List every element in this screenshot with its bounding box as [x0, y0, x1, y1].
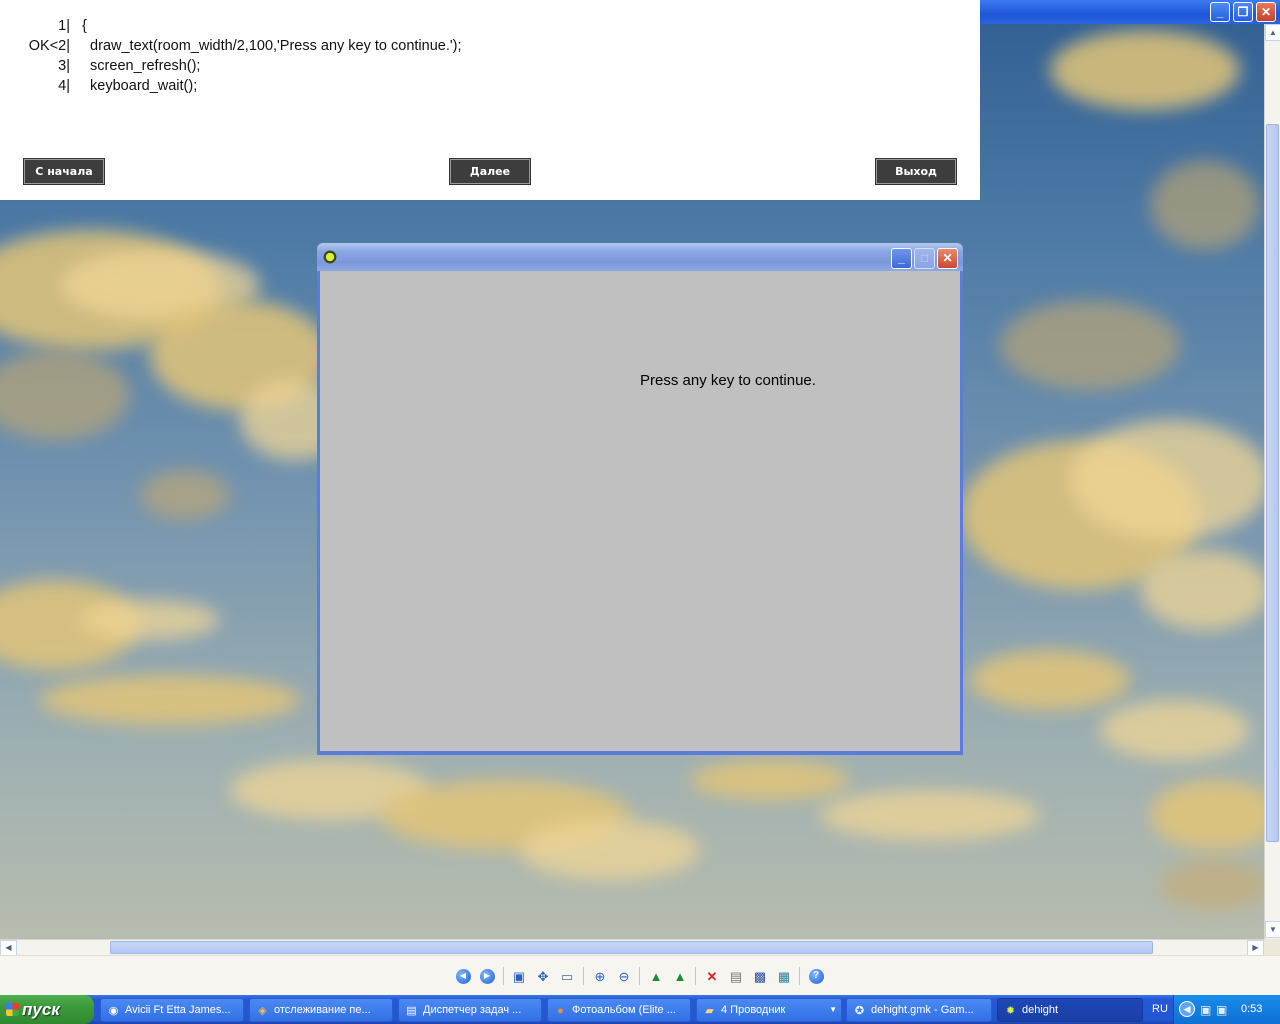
viewer-maximize-button[interactable]: ❐ [1233, 2, 1253, 22]
game-canvas[interactable]: Press any key to continue. [320, 271, 960, 751]
folder-icon: ▰ [705, 1004, 714, 1017]
game-maker-gear-icon[interactable] [322, 249, 338, 265]
scroll-up-icon[interactable]: ▲ [1265, 24, 1280, 41]
game-maximize-button: □ [914, 248, 935, 269]
viewer-minimize-button[interactable]: _ [1210, 2, 1230, 22]
previous-image-icon[interactable]: ◀ [454, 967, 472, 985]
firefox-icon: ● [557, 1004, 564, 1017]
scroll-down-icon[interactable]: ▼ [1265, 921, 1280, 938]
game-maker-icon: ✪ [854, 1004, 865, 1017]
slideshow-icon[interactable]: ▭ [558, 967, 576, 985]
line-number: 4| [58, 78, 70, 94]
taskbar-item-label: Фотоальбом (Elite ... [572, 1004, 676, 1016]
taskbar-item-label: Avicii Ft Etta James... [125, 1004, 231, 1016]
zoom-in-icon[interactable]: ⊕ [591, 967, 609, 985]
rotate-counterclockwise-icon[interactable]: ▲ [671, 967, 689, 985]
taskbar-item-task-manager[interactable]: ▤ Диспетчер задач ... [398, 998, 542, 1022]
taskbar-item-label: 4 Проводник [721, 1004, 786, 1016]
game-title-bar[interactable]: _ □ ✕ [317, 243, 963, 271]
code-line: 1| { [24, 16, 462, 36]
code-text: { [82, 18, 87, 34]
viewer-toolbar: ◀ ▶ ▣ ✥ ▭ ⊕ ⊖ ▲ ▲ ✕ ▤ ▩ ▦ ? [0, 955, 1280, 995]
game-message: Press any key to continue. [640, 372, 816, 389]
taskbar-item-media-player[interactable]: ◉ Avicii Ft Etta James... [100, 998, 244, 1022]
restart-button[interactable]: С начала [23, 158, 105, 185]
line-number: 1| [58, 18, 70, 34]
start-label: пуск [22, 1000, 60, 1019]
zoom-out-icon[interactable]: ⊖ [615, 967, 633, 985]
taskbar-item-label: Диспетчер задач ... [423, 1004, 522, 1016]
taskbar-item-label: отслеживание пе... [274, 1004, 371, 1016]
vertical-scrollbar[interactable]: ▲ ▼ [1264, 24, 1280, 939]
clock[interactable]: 0:53 [1241, 995, 1262, 1024]
save-icon[interactable]: ▩ [751, 967, 769, 985]
best-fit-icon[interactable]: ▣ [510, 967, 528, 985]
scroll-left-icon[interactable]: ◀ [0, 940, 17, 956]
game-minimize-button[interactable]: _ [891, 248, 912, 269]
windows-logo-icon [6, 1003, 19, 1016]
game-close-button[interactable]: ✕ [937, 248, 958, 269]
viewer-close-button[interactable]: ✕ [1256, 2, 1276, 22]
open-with-icon[interactable]: ▦ [775, 967, 793, 985]
horizontal-scrollbar[interactable]: ◀ ▶ [0, 939, 1264, 956]
help-icon[interactable]: ? [807, 967, 825, 985]
vertical-scroll-thumb[interactable] [1266, 124, 1279, 842]
code-text: draw_text(room_width/2,100,'Press any ke… [82, 38, 462, 54]
taskbar-item-label: dehight.gmk - Gam... [871, 1004, 974, 1016]
code-text: keyboard_wait(); [82, 78, 198, 94]
rotate-clockwise-icon[interactable]: ▲ [647, 967, 665, 985]
show-hidden-icons-icon[interactable]: ◀ [1179, 1001, 1195, 1017]
next-image-icon[interactable]: ▶ [478, 967, 496, 985]
scrollbar-corner [1264, 939, 1280, 955]
code-line: OK<2| draw_text(room_width/2,100,'Press … [24, 36, 462, 56]
next-button[interactable]: Далее [449, 158, 531, 185]
actual-size-icon[interactable]: ✥ [534, 967, 552, 985]
network-icon-2[interactable]: ▣ [1216, 1003, 1227, 1017]
taskbar-item-label: dehight [1022, 1004, 1059, 1016]
network-icon[interactable]: ▣ [1200, 1003, 1211, 1017]
code-line: 4| keyboard_wait(); [24, 76, 462, 96]
group-dropdown-icon: ▼ [829, 1005, 837, 1014]
game-window: _ □ ✕ Press any key to continue. [317, 243, 963, 755]
game-icon: ✹ [1005, 1004, 1016, 1017]
code-line: 3| screen_refresh(); [24, 56, 462, 76]
taskbar: пуск ◉ Avicii Ft Etta James... ◈ отслежи… [0, 995, 1280, 1024]
language-indicator[interactable]: RU [1152, 995, 1168, 1024]
start-button[interactable]: пуск [0, 995, 94, 1024]
taskbar-item-browser[interactable]: ◈ отслеживание пе... [249, 998, 393, 1022]
taskbar-item-explorer-group[interactable]: ▰ 4 Проводник ▼ [696, 998, 842, 1022]
code-listing: 1| { OK<2| draw_text(room_width/2,100,'Pr… [24, 16, 462, 96]
system-tray: ◀ ▣ ▣ [1173, 995, 1280, 1024]
media-player-icon: ◉ [108, 1004, 119, 1017]
line-number: 3| [58, 58, 70, 74]
print-icon[interactable]: ▤ [727, 967, 745, 985]
line-number: OK<2| [28, 38, 70, 54]
exit-button[interactable]: Выход [875, 158, 957, 185]
tutorial-panel: 1| { OK<2| draw_text(room_width/2,100,'Pr… [0, 0, 980, 200]
delete-icon[interactable]: ✕ [703, 967, 721, 985]
code-text: screen_refresh(); [82, 58, 201, 74]
task-manager-icon: ▤ [406, 1004, 417, 1017]
scroll-right-icon[interactable]: ▶ [1247, 940, 1264, 956]
taskbar-item-game[interactable]: ✹ dehight [997, 998, 1143, 1022]
browser-icon: ◈ [258, 1004, 267, 1017]
taskbar-item-firefox[interactable]: ● Фотоальбом (Elite ... [547, 998, 691, 1022]
horizontal-scroll-thumb[interactable] [110, 941, 1153, 954]
taskbar-item-game-maker[interactable]: ✪ dehight.gmk - Gam... [846, 998, 992, 1022]
